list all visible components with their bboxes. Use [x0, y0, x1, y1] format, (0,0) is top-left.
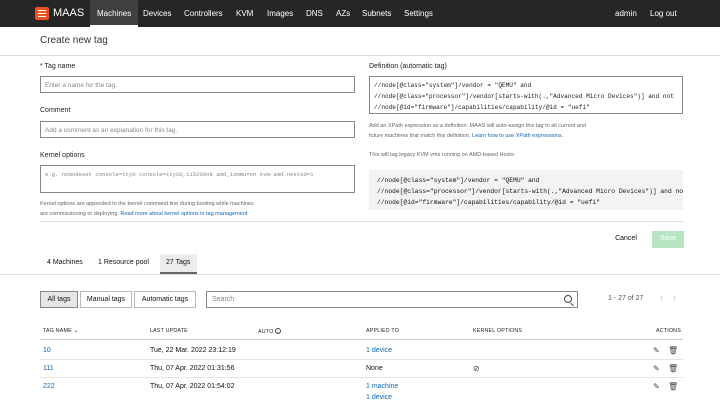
definition-help-line1: Add an XPath expression as a definition.…	[369, 123, 587, 129]
pagination-count: 1 - 27 of 27	[608, 295, 644, 302]
applied-to-link[interactable]: 1 machine	[366, 383, 398, 390]
col-auto: AUTO i	[258, 328, 282, 335]
edit-icon[interactable]: ✎	[653, 364, 660, 373]
kernel-help-line2: are commissioning or deploying.	[40, 210, 119, 217]
tag-name-input[interactable]: Enter a name for the tag.	[40, 76, 355, 93]
maas-logo-icon[interactable]	[35, 7, 49, 20]
nav-kvm[interactable]: KVM	[236, 9, 253, 18]
tag-name-link[interactable]: 10	[43, 347, 51, 354]
table-row-divider	[40, 377, 683, 378]
definition-line: //node[@id="firmware"]/capabilities/capa…	[374, 104, 590, 111]
col-actions: ACTIONS	[656, 328, 681, 334]
nav-subnets[interactable]: Subnets	[362, 9, 391, 18]
nav-logout[interactable]: Log out	[650, 9, 677, 18]
nav-images[interactable]: Images	[267, 9, 293, 18]
code-line: //node[@class="processor"]/vendor[starts…	[377, 188, 683, 195]
filter-manual-tags[interactable]: Manual tags	[80, 291, 132, 308]
edit-icon[interactable]: ✎	[653, 346, 660, 355]
kernel-options-help: Kernel options are appended to the kerne…	[40, 200, 254, 219]
chevron-right-icon[interactable]: ›	[673, 292, 676, 302]
definition-help: Add an XPath expression as a definition.…	[369, 122, 586, 141]
last-update: Thu, 07 Apr. 2022 01:31:56	[150, 365, 235, 372]
definition-line: //node[@class="system"]/vendor = "QEMU" …	[374, 82, 532, 89]
nav-controllers[interactable]: Controllers	[184, 9, 223, 18]
definition-textarea[interactable]: //node[@class="system"]/vendor = "QEMU" …	[369, 76, 683, 114]
code-line: //node[@id="firmware"]/capabilities/capa…	[377, 199, 600, 206]
tab-machines[interactable]: 4 Machines	[40, 254, 90, 274]
check-circle-icon: ⊘	[473, 364, 480, 373]
search-input[interactable]: Search	[206, 291, 578, 308]
form-divider	[40, 221, 683, 222]
tab-resource-pool[interactable]: 1 Resource pool	[98, 254, 158, 274]
page-title: Create new tag	[40, 35, 108, 46]
kernel-options-label: Kernel options	[40, 152, 85, 159]
tab-tags[interactable]: 27 Tags	[160, 254, 197, 274]
nav-machines[interactable]: Machines	[97, 9, 131, 18]
edit-icon[interactable]: ✎	[653, 382, 660, 391]
save-button[interactable]: Save	[652, 231, 684, 248]
applied-to-none: None	[366, 365, 383, 372]
table-header-divider	[40, 339, 683, 340]
delete-icon[interactable]: 🗑	[668, 364, 678, 373]
delete-icon[interactable]: 🗑	[668, 346, 678, 355]
code-line: //node[@class="system"]/vendor = "QEMU" …	[377, 177, 540, 184]
chevron-left-icon[interactable]: ‹	[660, 292, 663, 302]
definition-label: Definition (automatic tag)	[369, 63, 447, 70]
xpath-help-link[interactable]: Learn how to use XPath expressions.	[472, 133, 563, 139]
last-update: Thu, 07 Apr. 2022 01:54:02	[150, 383, 235, 390]
col-last-update: LAST UPDATE	[150, 328, 188, 334]
col-applied-to: APPLIED TO	[366, 328, 400, 334]
kernel-help-link[interactable]: Read more about kernel options in tag ma…	[120, 211, 248, 217]
nav-dns[interactable]: DNS	[306, 9, 323, 18]
top-navigation: MAAS Machines Devices Controllers KVM Im…	[0, 0, 720, 27]
applied-to-link[interactable]: 1 device	[366, 347, 392, 354]
col-kernel-options: KERNEL OPTIONS	[473, 328, 523, 334]
chevron-down-icon: ⌄	[73, 328, 79, 334]
example-code-block: //node[@class="system"]/vendor = "QEMU" …	[369, 170, 683, 210]
filter-all-tags[interactable]: All tags	[40, 291, 78, 308]
filter-automatic-tags[interactable]: Automatic tags	[134, 291, 196, 308]
nav-devices[interactable]: Devices	[143, 9, 171, 18]
nav-settings[interactable]: Settings	[404, 9, 433, 18]
search-placeholder: Search	[212, 296, 235, 303]
comment-label: Comment	[40, 107, 71, 114]
definition-help-line2: future machines that match this definiti…	[369, 132, 471, 139]
search-icon[interactable]	[564, 295, 572, 303]
brand-name[interactable]: MAAS	[53, 7, 84, 19]
kvm-note: This will tag legacy KVM vms running on …	[369, 152, 516, 158]
kernel-help-line1: Kernel options are appended to the kerne…	[40, 201, 254, 207]
col-auto-label: AUTO	[258, 329, 274, 335]
applied-to-link[interactable]: 1 device	[366, 394, 392, 401]
definition-line: //node[@class="processor"]/vendor[starts…	[374, 93, 674, 100]
kernel-options-input[interactable]: e.g. nomodeset console=tty0 console=ttyS…	[40, 165, 355, 193]
col-tag-name[interactable]: TAG NAME ⌄	[43, 328, 78, 334]
cancel-button[interactable]: Cancel	[610, 235, 642, 242]
info-icon[interactable]: i	[275, 328, 282, 334]
nav-user[interactable]: admin	[615, 9, 637, 18]
nav-azs[interactable]: AZs	[336, 9, 350, 18]
title-divider	[0, 55, 720, 56]
comment-input[interactable]: Add a comment as an explanation for this…	[40, 121, 355, 138]
last-update: Tue, 22 Mar. 2022 23:12:19	[150, 347, 236, 354]
delete-icon[interactable]: 🗑	[668, 382, 678, 391]
table-row-divider	[40, 359, 683, 360]
tag-name-link[interactable]: 222	[43, 383, 55, 390]
tag-name-link[interactable]: 111	[43, 365, 54, 372]
col-tag-name-label: TAG NAME	[43, 328, 72, 334]
tag-name-label: * Tag name	[40, 63, 76, 70]
